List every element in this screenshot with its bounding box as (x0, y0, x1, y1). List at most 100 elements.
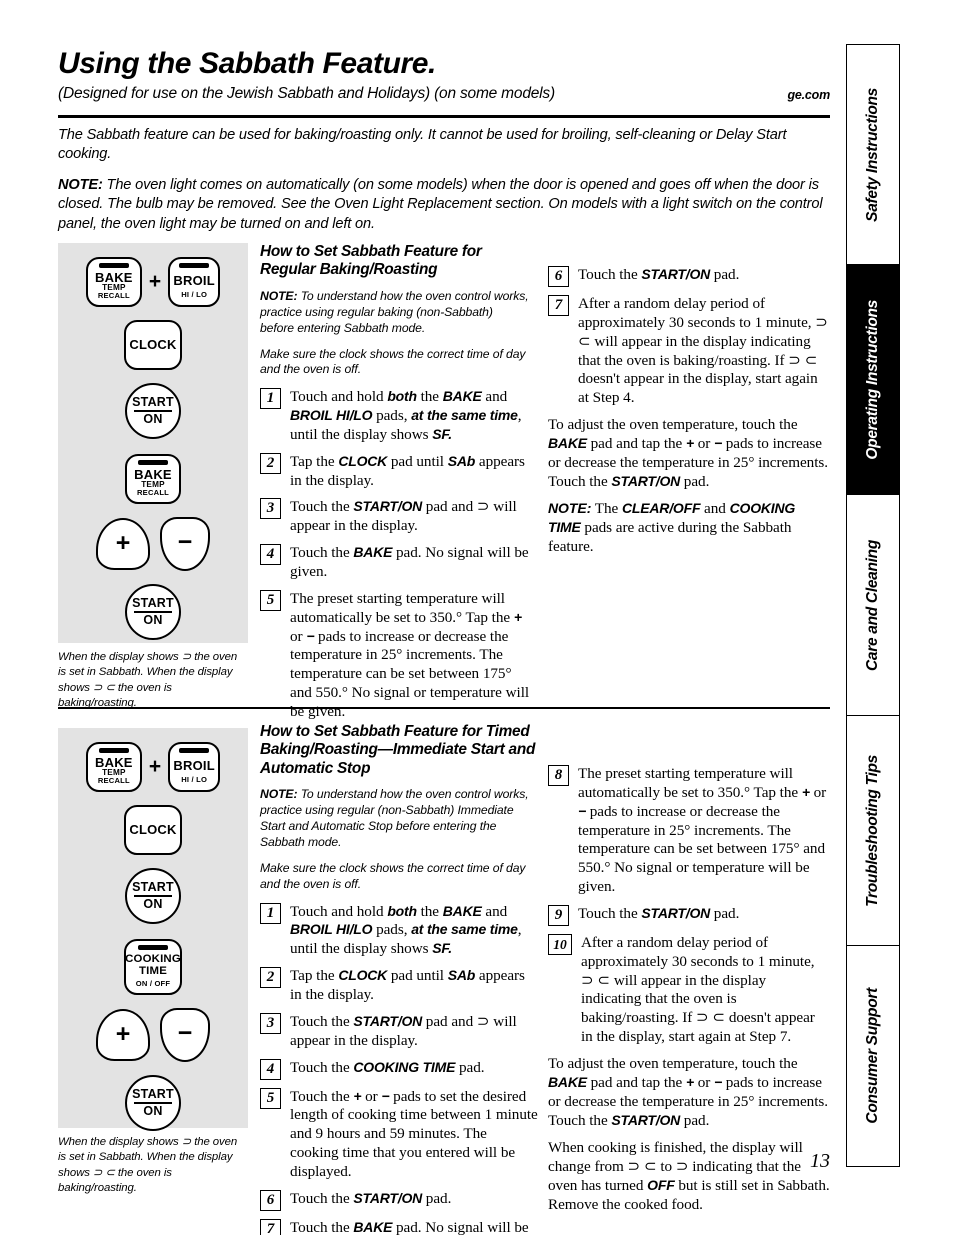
plus-pad[interactable]: + (96, 518, 150, 570)
step-text: Touch the START/ON pad and ⊃ will appear… (290, 1012, 517, 1049)
bake-pad-row-2: BAKE TEMP RECALL (58, 454, 248, 504)
step-item: 10 After a random delay period of approxi… (548, 933, 830, 1047)
broil-pad[interactable]: BROIL HI / LO (168, 257, 221, 307)
clock-pad-row-2: CLOCK (58, 805, 248, 855)
page-title: Using the Sabbath Feature. (58, 47, 436, 80)
step-text: Touch the COOKING TIME pad. (290, 1058, 485, 1076)
section-1-clock-note: Make sure the clock shows the correct ti… (260, 346, 526, 377)
intro-block: The Sabbath feature can be used for baki… (58, 126, 830, 245)
clock-pad-row: CLOCK (58, 320, 248, 370)
step-text: Touch and hold both the BAKE and BROIL H… (290, 902, 522, 958)
plus-pad-label: + (115, 1019, 131, 1048)
step-text: The preset starting temperature will aut… (290, 589, 530, 720)
step-text: Touch and hold both the BAKE and BROIL H… (290, 388, 522, 443)
plus-minus-pad-row-2: + − (58, 1008, 248, 1062)
bake-pad[interactable]: BAKE TEMP RECALL (85, 257, 142, 307)
tab-care-and-cleaning[interactable]: Care and Cleaning (846, 494, 900, 717)
step-text: Tap the CLOCK pad until SAb appears in t… (290, 967, 525, 1003)
tab-consumer-support[interactable]: Consumer Support (846, 944, 900, 1167)
step-number: 5 (260, 589, 281, 611)
minus-pad[interactable]: − (160, 517, 210, 571)
minus-pad-label: − (177, 1018, 193, 1047)
step-number: 6 (260, 1189, 281, 1211)
section-2-adjust-paragraph: To adjust the oven temperature, touch th… (548, 1054, 828, 1129)
plus-pad-label: + (115, 528, 131, 557)
step-item: 5 Touch the + or − pads to set the desire… (260, 1087, 538, 1182)
page-number: 13 (810, 1150, 830, 1172)
indicator-bar-icon (179, 748, 210, 753)
bake-pad-label: BAKE (95, 754, 133, 770)
start-on-pad-2[interactable]: START ON (125, 584, 181, 640)
start-pad-row-4: START ON (58, 1075, 248, 1131)
step-number: 7 (548, 295, 569, 316)
broil-pad-label: BROIL (173, 758, 215, 774)
step-number: 9 (548, 904, 569, 926)
broil-pad-sublabel: HI / LO (181, 774, 208, 784)
tab-label: Operating Instructions (864, 300, 881, 460)
start-pad-row-2: START ON (58, 584, 248, 640)
start-pad-row-1: START ON (58, 383, 248, 439)
clock-pad[interactable]: CLOCK (124, 805, 182, 855)
page-subtitle: (Designed for use on the Jewish Sabbath … (58, 84, 555, 102)
indicator-bar-icon (138, 460, 168, 465)
cooking-time-pad-row: COOKING TIME ON / OFF (58, 939, 248, 995)
section-2-clock-note: Make sure the clock shows the correct ti… (260, 860, 526, 891)
step-item: 3 Touch the START/ON pad and ⊃ will appea… (260, 1012, 538, 1051)
step-text: Touch the BAKE pad. No signal will be gi… (290, 544, 529, 581)
step-item: 1 Touch and hold both the BAKE and BROIL … (260, 388, 530, 445)
tab-operating-instructions[interactable]: Operating Instructions (846, 264, 900, 497)
start-pad-label: START (132, 880, 174, 895)
document-page: Using the Sabbath Feature. (Designed for… (0, 0, 954, 1235)
tab-troubleshooting-tips[interactable]: Troubleshooting Tips (846, 714, 900, 947)
note-text: The oven light comes on automatically (o… (58, 176, 823, 232)
start-on-pad[interactable]: START ON (125, 383, 181, 439)
section-1-left-column: How to Set Sabbath Feature for Regular B… (260, 243, 530, 730)
intro-paragraph: The Sabbath feature can be used for baki… (58, 127, 787, 163)
bake-pad-2[interactable]: BAKE TEMP RECALL (125, 454, 181, 504)
start-on-pad-2[interactable]: START ON (125, 1075, 181, 1131)
step-item: 7 After a random delay period of approxim… (548, 295, 830, 408)
step-text: Touch the START/ON pad and ⊃ will appear… (290, 498, 517, 535)
step-item: 6 Touch the START/ON pad. (260, 1189, 538, 1211)
clock-pad[interactable]: CLOCK (124, 320, 182, 370)
broil-pad[interactable]: BROIL HI / LO (168, 742, 221, 792)
start-pad-row-3: START ON (58, 868, 248, 924)
start-pad-2-sublabel: ON (143, 1103, 163, 1118)
section-2-note: NOTE: To understand how the oven control… (260, 787, 538, 850)
ge-com-brand: ge.com (787, 87, 830, 102)
clock-pad-label: CLOCK (129, 337, 177, 353)
tab-safety-instructions[interactable]: Safety Instructions (846, 44, 900, 266)
cooking-time-pad[interactable]: COOKING TIME ON / OFF (124, 939, 182, 995)
step-number: 2 (260, 452, 281, 474)
tab-label: Consumer Support (864, 988, 881, 1124)
step-text: Touch the START/ON pad. (578, 266, 740, 283)
step-item: 5 The preset starting temperature will au… (260, 589, 530, 722)
broil-pad-label: BROIL (173, 273, 215, 289)
indicator-bar-icon (138, 945, 168, 950)
step-number: 3 (260, 1012, 281, 1034)
start-on-pad[interactable]: START ON (125, 868, 181, 924)
step-item: 9 Touch the START/ON pad. (548, 904, 830, 926)
cooking-time-pad-sublabel: ON / OFF (135, 978, 171, 988)
header-divider-rule (58, 115, 830, 118)
bake-pad-2-label: BAKE (134, 466, 172, 482)
step-item: 4 Touch the BAKE pad. No signal will be g… (260, 544, 530, 582)
step-item: 4 Touch the COOKING TIME pad. (260, 1058, 538, 1080)
control-panel-diagram-1: BAKE TEMP RECALL + BROIL HI / LO CLOCK S… (58, 243, 248, 643)
step-number: 2 (260, 967, 281, 989)
tab-label: Care and Cleaning (864, 539, 881, 671)
bake-pad[interactable]: BAKE TEMP RECALL (85, 742, 142, 792)
broil-pad-sublabel: HI / LO (181, 289, 208, 299)
minus-pad[interactable]: − (160, 1008, 210, 1062)
minus-pad-label: − (177, 527, 193, 556)
step-text: After a random delay period of approxima… (578, 295, 828, 407)
plus-pad[interactable]: + (96, 1009, 150, 1061)
step-item: 3 Touch the START/ON pad and ⊃ will appea… (260, 498, 530, 536)
start-pad-2-label: START (132, 1087, 174, 1102)
control-panel-diagram-2: BAKE TEMP RECALL + BROIL HI / LO CLOCK S… (58, 728, 248, 1131)
section-2-steps-right: 8 The preset starting temperature will au… (548, 765, 830, 1047)
step-text: After a random delay period of approxima… (581, 933, 815, 1046)
note-label: NOTE: (58, 176, 103, 193)
section-2-heading: How to Set Sabbath Feature for Timed Bak… (260, 723, 536, 777)
bake-pad-2-sublabel-2: RECALL (137, 488, 169, 498)
